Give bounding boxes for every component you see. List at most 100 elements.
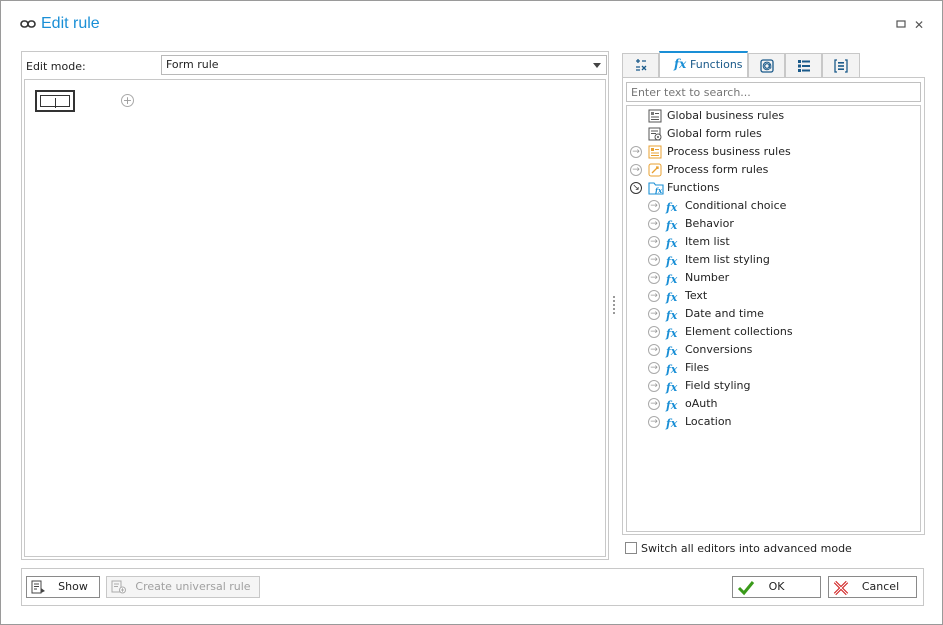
tree-item[interactable]: → fx Item list (627, 233, 917, 251)
fx-icon: fx (666, 237, 678, 250)
tree-item[interactable]: → fx Date and time (627, 305, 917, 323)
expand-arrow-icon[interactable]: → (648, 290, 660, 302)
tree-item-label: oAuth (685, 397, 718, 410)
tree-item-label: Global form rules (667, 127, 762, 140)
cancel-button-label: Cancel (861, 580, 900, 593)
close-icon[interactable]: ✕ (913, 19, 925, 31)
tree-item-label: Conditional choice (685, 199, 787, 212)
add-circle-icon[interactable]: + (121, 94, 134, 107)
tree-item-label: Functions (667, 181, 720, 194)
tree-item-label: Field styling (685, 379, 751, 392)
tree-item-label: Behavior (685, 217, 734, 230)
show-button[interactable]: Show (26, 576, 100, 598)
expand-arrow-icon[interactable]: → (630, 146, 642, 158)
fx-icon: fx (666, 381, 678, 394)
fx-icon: fx (666, 201, 678, 214)
expand-arrow-icon[interactable]: → (648, 308, 660, 320)
tree-item[interactable]: → fx Behavior (627, 215, 917, 233)
universal-rule-icon (111, 580, 126, 594)
functions-folder-icon: fx (648, 181, 664, 195)
expand-arrow-icon[interactable]: → (648, 272, 660, 284)
expand-arrow-icon[interactable]: → (648, 344, 660, 356)
process-business-rules-icon (648, 145, 662, 159)
rule-input-slot[interactable] (40, 95, 70, 108)
tab-values[interactable] (748, 53, 785, 77)
tree-item[interactable]: → Process business rules (627, 143, 917, 161)
collapse-arrow-icon[interactable]: ↘ (630, 182, 642, 194)
rule-expression-box[interactable] (35, 90, 75, 112)
form-rules-icon (648, 127, 662, 141)
tree-item[interactable]: → fx Element collections (627, 323, 917, 341)
show-document-icon (31, 580, 45, 594)
fx-icon: fx (666, 417, 678, 430)
maximize-icon[interactable] (895, 19, 907, 31)
bracket-list-icon (834, 59, 848, 73)
expand-arrow-icon[interactable]: → (648, 200, 660, 212)
cancel-button[interactable]: Cancel (828, 576, 917, 598)
at-icon (759, 59, 774, 73)
expand-arrow-icon[interactable]: → (648, 398, 660, 410)
tab-functions-label: Functions (690, 58, 743, 71)
tree-item[interactable]: → fx Item list styling (627, 251, 917, 269)
tree-item[interactable]: → fx Location (627, 413, 917, 431)
tree-item[interactable]: → fx Conditional choice (627, 197, 917, 215)
tab-fields[interactable] (785, 53, 822, 77)
tree-item[interactable]: Global form rules (627, 125, 917, 143)
operators-icon (635, 59, 646, 71)
advanced-mode-label: Switch all editors into advanced mode (641, 542, 852, 555)
tree-item[interactable]: → fx Text (627, 287, 917, 305)
fx-icon: fx (666, 327, 678, 340)
expand-arrow-icon[interactable]: → (648, 362, 660, 374)
tree-item[interactable]: → fx Field styling (627, 377, 917, 395)
dialog-title: Edit rule (41, 15, 100, 32)
expand-arrow-icon[interactable]: → (648, 326, 660, 338)
tab-operators[interactable] (622, 53, 659, 77)
tree-item-label: Element collections (685, 325, 793, 338)
fx-icon: fx (674, 57, 687, 71)
tree-item[interactable]: ↘ fx Functions (627, 179, 917, 197)
advanced-mode-checkbox[interactable] (625, 542, 637, 554)
rule-editor-canvas[interactable]: + (24, 79, 606, 557)
tree-item[interactable]: → fx oAuth (627, 395, 917, 413)
expand-arrow-icon[interactable]: → (648, 416, 660, 428)
business-rules-icon (648, 109, 662, 123)
search-input[interactable] (626, 82, 921, 102)
link-icon (20, 20, 36, 28)
expand-arrow-icon[interactable]: → (648, 218, 660, 230)
edit-mode-select[interactable]: Form rule (161, 55, 607, 75)
tree-item[interactable]: → fx Number (627, 269, 917, 287)
fx-icon: fx (666, 291, 678, 304)
fx-icon: fx (666, 345, 678, 358)
edit-rule-dialog: Edit rule ✕ Edit mode: Form rule + fx Fu… (0, 0, 943, 625)
tree-item-label: Location (685, 415, 732, 428)
ok-button[interactable]: OK (732, 576, 821, 598)
fx-icon: fx (666, 399, 678, 412)
tree-item-label: Files (685, 361, 710, 374)
expand-arrow-icon[interactable]: → (648, 254, 660, 266)
fx-icon: fx (666, 363, 678, 376)
tree-item[interactable]: → Process form rules (627, 161, 917, 179)
tree-item-label: Date and time (685, 307, 764, 320)
tree-item-label: Item list styling (685, 253, 770, 266)
rule-editor-panel: Edit mode: Form rule + (21, 51, 609, 560)
expand-arrow-icon[interactable]: → (630, 164, 642, 176)
tab-data[interactable] (822, 53, 860, 77)
tree-item[interactable]: Global business rules (627, 107, 917, 125)
tree-item-label: Item list (685, 235, 730, 248)
panel-splitter[interactable] (613, 296, 615, 314)
edit-mode-label: Edit mode: (26, 60, 86, 73)
create-universal-rule-button[interactable]: Create universal rule (106, 576, 260, 598)
list-icon (797, 60, 810, 72)
fx-icon: fx (666, 219, 678, 232)
tab-functions[interactable]: fx Functions (659, 51, 748, 78)
create-universal-rule-label: Create universal rule (135, 580, 251, 593)
tree-item-label: Conversions (685, 343, 753, 356)
svg-text:fx: fx (654, 186, 663, 195)
edit-mode-value: Form rule (166, 58, 219, 71)
expand-arrow-icon[interactable]: → (648, 236, 660, 248)
tree-item-label: Process business rules (667, 145, 791, 158)
tree-item[interactable]: → fx Conversions (627, 341, 917, 359)
functions-tree: Global business rules Global form rules → P… (626, 105, 921, 532)
expand-arrow-icon[interactable]: → (648, 380, 660, 392)
tree-item[interactable]: → fx Files (627, 359, 917, 377)
